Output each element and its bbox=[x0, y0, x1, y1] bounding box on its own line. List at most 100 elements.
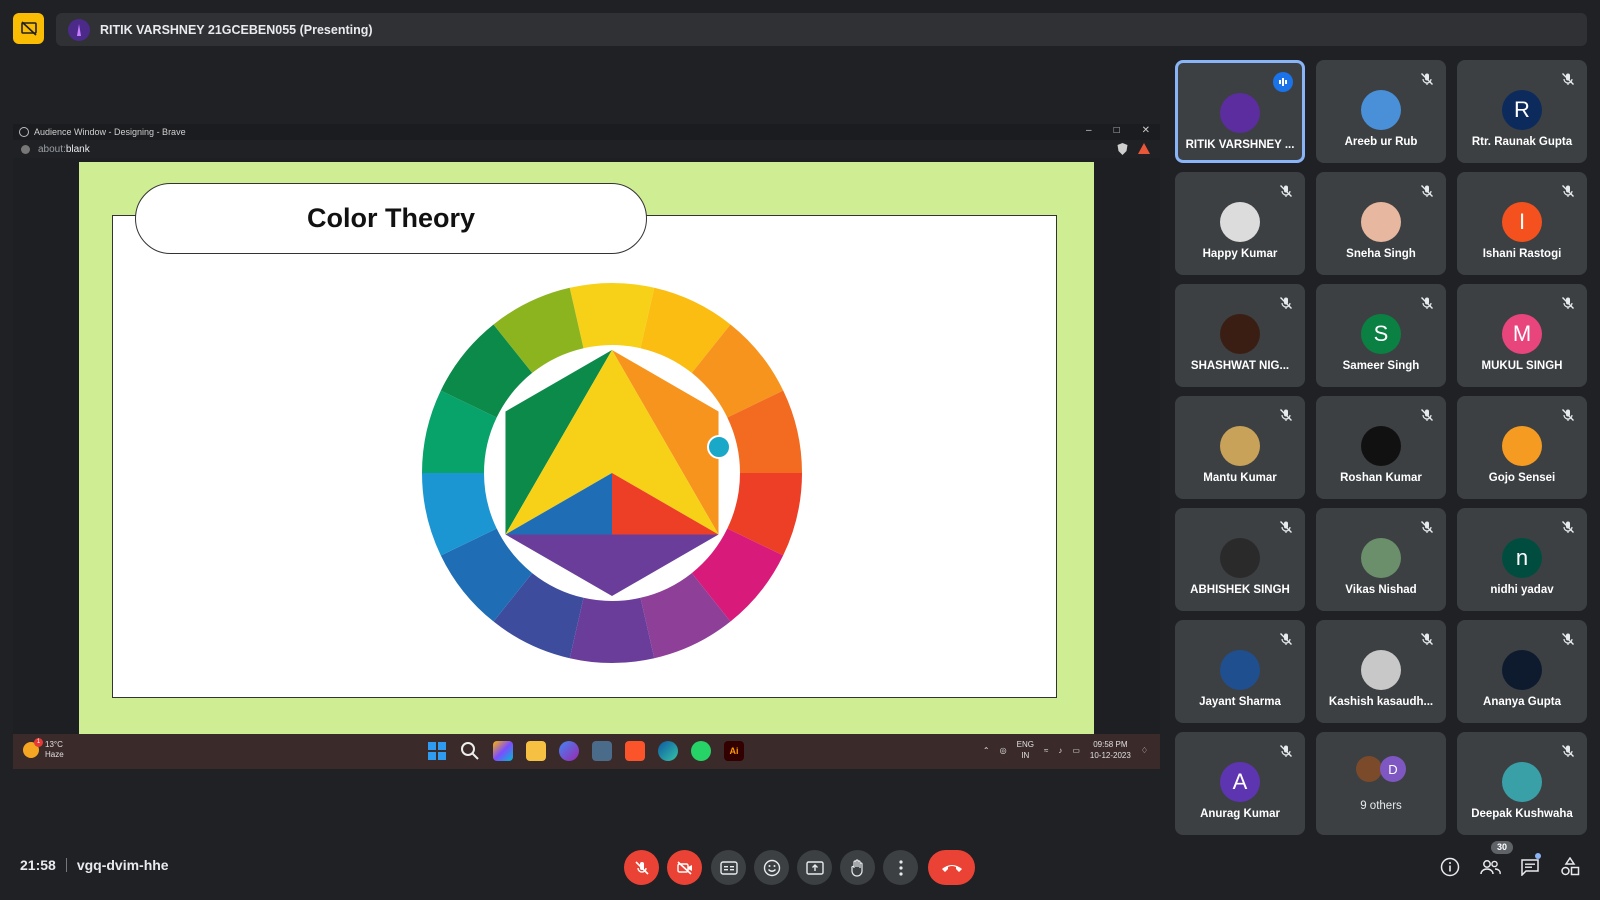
avatar bbox=[1361, 202, 1401, 242]
avatar bbox=[1361, 650, 1401, 690]
search-icon[interactable] bbox=[460, 741, 480, 761]
avatar bbox=[1361, 90, 1401, 130]
meeting-details-button[interactable] bbox=[1439, 856, 1461, 878]
activities-button[interactable] bbox=[1559, 856, 1581, 878]
captions-button[interactable] bbox=[711, 850, 746, 885]
mic-toggle-button[interactable] bbox=[624, 850, 659, 885]
participant-tile[interactable]: Sneha Singh bbox=[1316, 172, 1446, 275]
participant-tile[interactable]: Jayant Sharma bbox=[1175, 620, 1305, 723]
mic-off-icon bbox=[1561, 184, 1575, 198]
participant-tile[interactable]: SHASHWAT NIG... bbox=[1175, 284, 1305, 387]
minimize-icon[interactable]: – bbox=[1086, 125, 1092, 136]
participant-tile[interactable]: ABHISHEK SINGH bbox=[1175, 508, 1305, 611]
others-tile[interactable]: D 9 others bbox=[1316, 732, 1446, 835]
battery-icon[interactable]: ▭ bbox=[1072, 746, 1080, 755]
microphone-icon[interactable]: ◎ bbox=[1000, 746, 1007, 755]
activities-icon bbox=[1561, 857, 1580, 876]
maximize-icon[interactable]: □ bbox=[1114, 125, 1120, 136]
mic-off-icon bbox=[1279, 632, 1293, 646]
participant-name: RITIK VARSHNEY ... bbox=[1185, 139, 1295, 151]
color-wheel bbox=[422, 283, 802, 663]
chevron-up-icon[interactable]: ⌃ bbox=[983, 746, 990, 755]
brave-icon[interactable] bbox=[625, 741, 645, 761]
brave-rewards-icon[interactable] bbox=[1138, 143, 1150, 154]
widgets-icon[interactable] bbox=[493, 741, 513, 761]
temperature: 13°C bbox=[45, 740, 63, 749]
people-button[interactable] bbox=[1479, 856, 1501, 878]
participant-name: Gojo Sensei bbox=[1488, 472, 1556, 484]
mic-off-icon bbox=[1420, 72, 1434, 86]
camera-toggle-button[interactable] bbox=[667, 850, 702, 885]
avatar bbox=[1220, 650, 1260, 690]
file-explorer-icon[interactable] bbox=[526, 741, 546, 761]
raise-hand-button[interactable] bbox=[840, 850, 875, 885]
participant-tile[interactable]: M MUKUL SINGH bbox=[1457, 284, 1587, 387]
avatar bbox=[1220, 93, 1260, 133]
avatar bbox=[1502, 426, 1542, 466]
language-indicator[interactable]: ENG IN bbox=[1017, 739, 1034, 761]
avatar: A bbox=[1220, 762, 1260, 802]
participant-tile[interactable]: RITIK VARSHNEY ... bbox=[1175, 60, 1305, 163]
participant-tile[interactable]: Deepak Kushwaha bbox=[1457, 732, 1587, 835]
participant-tile[interactable]: Ananya Gupta bbox=[1457, 620, 1587, 723]
participant-name: Ananya Gupta bbox=[1483, 696, 1561, 708]
volume-icon[interactable]: ♪ bbox=[1058, 746, 1062, 755]
participant-tile[interactable]: Gojo Sensei bbox=[1457, 396, 1587, 499]
participant-tile[interactable]: n nidhi yadav bbox=[1457, 508, 1587, 611]
participant-name: Rtr. Raunak Gupta bbox=[1471, 136, 1573, 148]
emoji-button[interactable] bbox=[754, 850, 789, 885]
participant-name: Ishani Rastogi bbox=[1482, 248, 1562, 260]
participant-name: nidhi yadav bbox=[1490, 584, 1554, 596]
camera-off-icon bbox=[676, 860, 692, 875]
participant-name: Happy Kumar bbox=[1202, 248, 1278, 260]
participant-tile[interactable]: S Sameer Singh bbox=[1316, 284, 1446, 387]
adobe-illustrator-icon[interactable]: Ai bbox=[724, 741, 744, 761]
close-icon[interactable]: ✕ bbox=[1142, 125, 1150, 136]
participant-tile[interactable]: R Rtr. Raunak Gupta bbox=[1457, 60, 1587, 163]
window-title: Audience Window - Designing - Brave bbox=[34, 127, 186, 137]
participant-tile[interactable]: Happy Kumar bbox=[1175, 172, 1305, 275]
mic-off-icon bbox=[1420, 632, 1434, 646]
avatar bbox=[1502, 650, 1542, 690]
participant-tile[interactable]: Kashish kasaudh... bbox=[1316, 620, 1446, 723]
participant-tile[interactable]: Vikas Nishad bbox=[1316, 508, 1446, 611]
participant-tile[interactable]: Roshan Kumar bbox=[1316, 396, 1446, 499]
stop-presenting-button[interactable] bbox=[13, 13, 44, 44]
leave-call-button[interactable] bbox=[928, 850, 975, 885]
edge-icon[interactable] bbox=[658, 741, 678, 761]
participant-tile[interactable]: A Anurag Kumar bbox=[1175, 732, 1305, 835]
more-options-button[interactable] bbox=[883, 850, 918, 885]
mic-off-icon bbox=[1420, 408, 1434, 422]
chat-button[interactable] bbox=[1519, 856, 1541, 878]
notification-bell-icon[interactable]: ♢ bbox=[1141, 746, 1148, 755]
wheel-segment bbox=[569, 597, 655, 663]
copilot-icon[interactable] bbox=[559, 741, 579, 761]
wifi-icon[interactable]: ≈ bbox=[1044, 746, 1048, 755]
participant-name: MUKUL SINGH bbox=[1481, 360, 1563, 372]
brave-shield-icon[interactable] bbox=[1117, 143, 1128, 155]
participant-tile[interactable]: I Ishani Rastogi bbox=[1457, 172, 1587, 275]
people-icon bbox=[1480, 860, 1501, 875]
mic-off-icon bbox=[1279, 520, 1293, 534]
chat-notification-dot bbox=[1535, 853, 1541, 859]
chat-icon bbox=[1521, 859, 1539, 876]
whatsapp-icon[interactable] bbox=[691, 741, 711, 761]
photos-icon[interactable] bbox=[592, 741, 612, 761]
clock[interactable]: 09:58 PM 10-12-2023 bbox=[1090, 739, 1131, 761]
participant-tile[interactable]: Areeb ur Rub bbox=[1316, 60, 1446, 163]
presenter-avatar bbox=[68, 18, 90, 41]
avatar bbox=[1361, 538, 1401, 578]
mic-off-icon bbox=[1420, 184, 1434, 198]
presenting-label: RITIK VARSHNEY 21GCEBEN055 (Presenting) bbox=[100, 22, 373, 37]
present-button[interactable] bbox=[797, 850, 832, 885]
windows-start-icon[interactable] bbox=[427, 741, 447, 761]
pointer-cursor-icon bbox=[707, 435, 731, 459]
weather-widget[interactable]: 1 13°C Haze bbox=[23, 738, 64, 760]
captions-icon bbox=[719, 860, 738, 875]
avatar bbox=[1220, 538, 1260, 578]
participant-tile[interactable]: Mantu Kumar bbox=[1175, 396, 1305, 499]
address-bar[interactable]: about: blank bbox=[13, 140, 1160, 158]
avatar bbox=[1220, 202, 1260, 242]
mic-off-icon bbox=[1279, 184, 1293, 198]
participant-name: Vikas Nishad bbox=[1345, 584, 1417, 596]
